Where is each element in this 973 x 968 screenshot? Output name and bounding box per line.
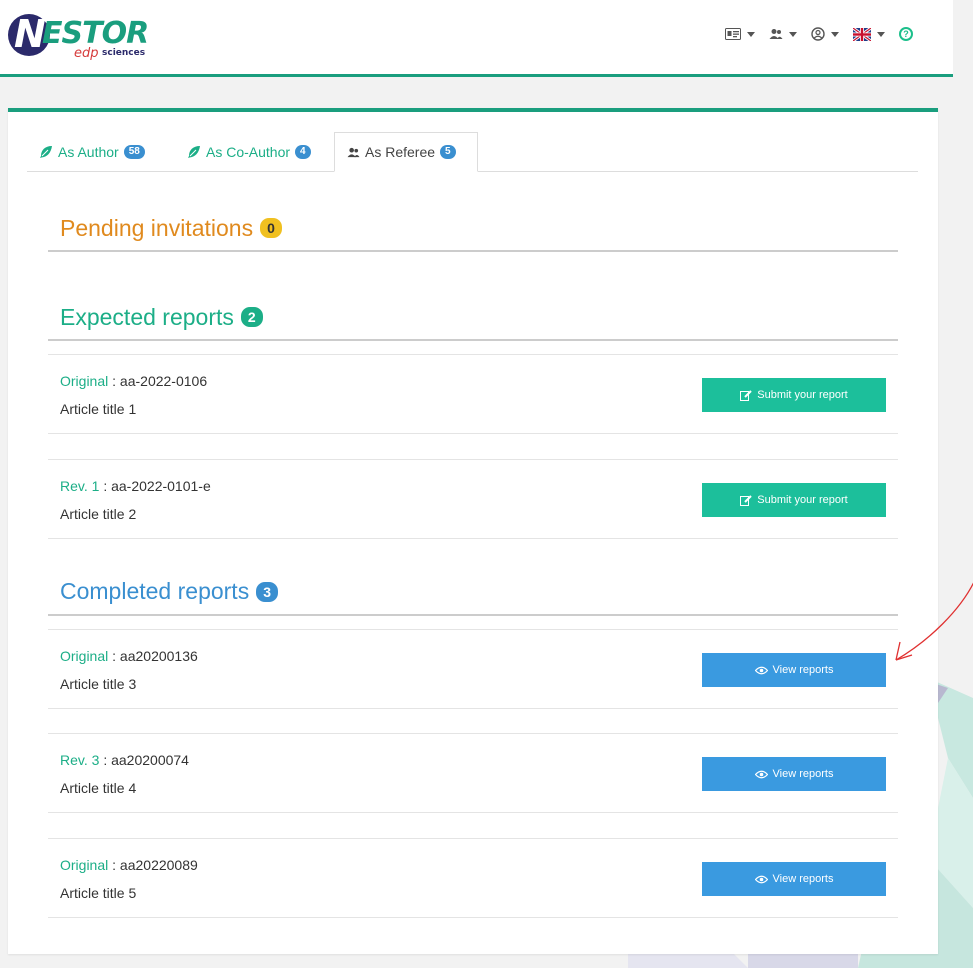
- button-label: View reports: [772, 664, 834, 676]
- table-row: Rev. 3 : aa20200074 Article title 4 View…: [48, 733, 898, 813]
- view-reports-button[interactable]: View reports: [702, 862, 886, 896]
- section-title: Pending invitations: [60, 214, 254, 241]
- top-menu: ?: [725, 27, 913, 41]
- article-title: Article title 1: [60, 401, 137, 417]
- button-label: View reports: [772, 768, 834, 780]
- version-link[interactable]: Original: [60, 373, 108, 389]
- eye-icon: [754, 875, 768, 883]
- chevron-down-icon: [831, 31, 839, 37]
- submit-report-button[interactable]: Submit your report: [702, 378, 886, 412]
- version-link[interactable]: Original: [60, 648, 108, 664]
- feather-icon: [40, 146, 52, 158]
- menu-language[interactable]: [853, 27, 885, 41]
- chevron-down-icon: [747, 31, 755, 37]
- article-title: Article title 4: [60, 780, 137, 796]
- manuscript-id: aa-2022-0106: [119, 373, 208, 389]
- separator: :: [108, 857, 120, 873]
- manuscript-reference: Rev. 1 : aa-2022-0101-e: [60, 478, 211, 494]
- table-row: Original : aa-2022-0106 Article title 1 …: [48, 354, 898, 434]
- tab-as-referee[interactable]: As Referee 5: [334, 132, 478, 172]
- button-label: Submit your report: [757, 389, 848, 401]
- manuscript-id: aa20220089: [119, 857, 198, 873]
- uk-flag-icon: [853, 27, 871, 41]
- tab-count-badge: 5: [440, 145, 456, 159]
- manuscript-id: aa-2022-0101-e: [111, 478, 211, 494]
- table-row: Rev. 1 : aa-2022-0101-e Article title 2 …: [48, 459, 898, 539]
- logo-sciences: sciences: [102, 48, 146, 58]
- tab-as-co-author[interactable]: As Co-Author 4: [175, 132, 323, 172]
- users-icon: [769, 29, 783, 39]
- version-link[interactable]: Rev. 3: [60, 752, 99, 768]
- tab-label: As Co-Author: [206, 144, 291, 160]
- version-link[interactable]: Rev. 1: [60, 478, 99, 494]
- article-title: Article title 5: [60, 885, 137, 901]
- expected-count-badge: 2: [240, 307, 263, 327]
- chevron-down-icon: [877, 31, 885, 37]
- tab-count-badge: 4: [295, 145, 311, 159]
- top-bar-accent: [0, 74, 953, 77]
- tab-as-author[interactable]: As Author 58: [27, 132, 157, 172]
- logo-edp: edp: [74, 46, 99, 61]
- edit-icon: [740, 389, 752, 401]
- version-link[interactable]: Original: [60, 857, 108, 873]
- role-tabs: As Author 58 As Co-Author 4 As Referee 5: [27, 132, 918, 172]
- manuscript-reference: Original : aa20200136: [60, 648, 198, 664]
- main-panel: As Author 58 As Co-Author 4 As Referee 5…: [8, 108, 938, 954]
- section-heading: Expected reports 2: [48, 295, 898, 341]
- section-heading: Pending invitations 0: [48, 206, 898, 252]
- user-circle-icon: [811, 27, 825, 41]
- section-completed-reports: Completed reports 3: [48, 569, 898, 616]
- edit-icon: [740, 494, 752, 506]
- view-reports-button[interactable]: View reports: [702, 757, 886, 791]
- button-label: View reports: [772, 873, 834, 885]
- separator: :: [108, 648, 120, 664]
- users-icon: [347, 147, 360, 157]
- article-title: Article title 2: [60, 506, 137, 522]
- tab-label: As Author: [58, 144, 119, 160]
- tab-label: As Referee: [365, 144, 436, 160]
- submit-report-button[interactable]: Submit your report: [702, 483, 886, 517]
- section-pending-invitations: Pending invitations 0: [48, 206, 898, 252]
- separator: :: [108, 373, 120, 389]
- eye-icon: [754, 770, 768, 778]
- logo-letter: N: [14, 12, 46, 56]
- nestor-logo[interactable]: N ESTOR edp sciences: [8, 10, 149, 62]
- eye-icon: [754, 666, 768, 674]
- chevron-down-icon: [789, 31, 797, 37]
- section-expected-reports: Expected reports 2: [48, 295, 898, 341]
- section-heading: Completed reports 3: [48, 569, 898, 616]
- annotation-arrow: [895, 582, 973, 661]
- manuscript-id: aa20200136: [119, 648, 198, 664]
- section-title: Expected reports: [60, 303, 234, 330]
- top-bar: N ESTOR edp sciences ?: [0, 0, 953, 74]
- manuscript-id: aa20200074: [111, 752, 189, 768]
- view-reports-button[interactable]: View reports: [702, 653, 886, 687]
- menu-help[interactable]: ?: [899, 27, 913, 41]
- menu-id-card[interactable]: [725, 28, 755, 40]
- section-title: Completed reports: [60, 578, 250, 604]
- feather-icon: [188, 146, 200, 158]
- id-card-icon: [725, 28, 741, 40]
- button-label: Submit your report: [757, 494, 848, 506]
- tab-count-badge: 58: [123, 145, 145, 159]
- manuscript-reference: Original : aa20220089: [60, 857, 198, 873]
- help-icon: ?: [899, 27, 913, 41]
- article-title: Article title 3: [60, 676, 137, 692]
- menu-account[interactable]: [811, 27, 839, 41]
- table-row: Original : aa20200136 Article title 3 Vi…: [48, 629, 898, 709]
- separator: :: [99, 478, 112, 494]
- completed-count-badge: 3: [256, 581, 278, 602]
- table-row: Original : aa20220089 Article title 5 Vi…: [48, 838, 898, 918]
- manuscript-reference: Original : aa-2022-0106: [60, 373, 207, 389]
- manuscript-reference: Rev. 3 : aa20200074: [60, 752, 189, 768]
- pending-count-badge: 0: [260, 218, 282, 238]
- menu-users[interactable]: [769, 28, 797, 40]
- separator: :: [99, 752, 112, 768]
